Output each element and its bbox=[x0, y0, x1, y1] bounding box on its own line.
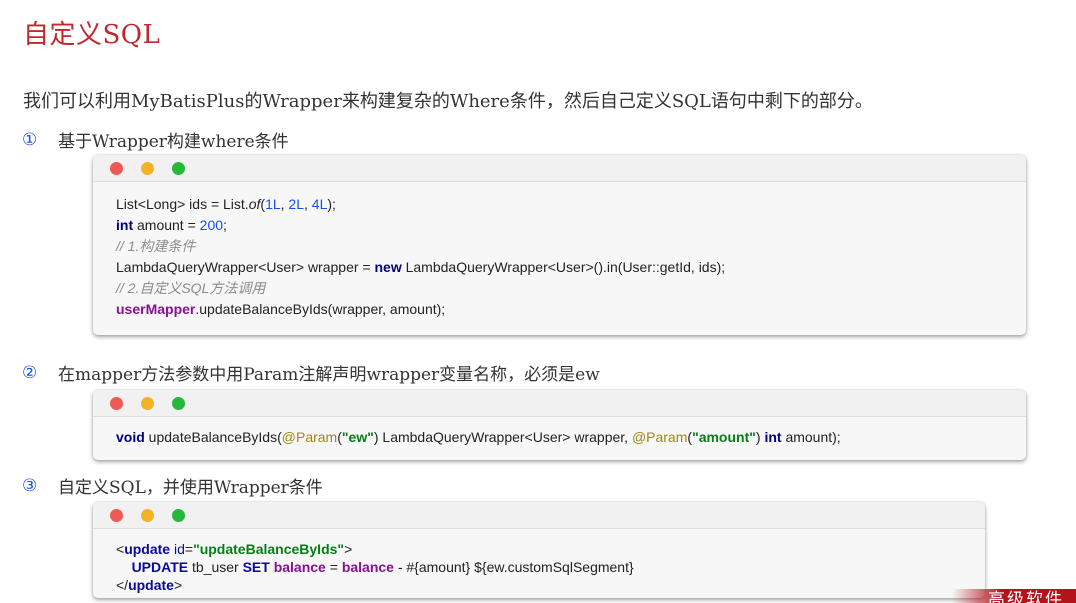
code-block: <update id="updateBalanceByIds"> UPDATE … bbox=[93, 529, 985, 594]
code-comment: // 2.自定义SQL方法调用 bbox=[116, 280, 266, 296]
step-3: ③ 自定义SQL，并使用Wrapper条件 bbox=[22, 473, 323, 499]
step-1: ① 基于Wrapper构建where条件 bbox=[22, 127, 289, 153]
code-block: List<Long> ids = List.of(1L, 2L, 4L); in… bbox=[93, 182, 1026, 320]
code-line: int amount = 200; bbox=[116, 217, 227, 233]
intro-text: 我们可以利用MyBatisPlus的Wrapper来构建复杂的Where条件，然… bbox=[23, 91, 873, 112]
step-2: ② 在mapper方法参数中用Param注解声明wrapper变量名称，必须是e… bbox=[22, 360, 600, 386]
step-number: ① bbox=[22, 129, 38, 150]
step-text: 基于Wrapper构建where条件 bbox=[58, 132, 289, 152]
page-title: 自定义SQL bbox=[23, 20, 161, 50]
code-window-wrapper-usage: List<Long> ids = List.of(1L, 2L, 4L); in… bbox=[93, 155, 1026, 335]
brand-banner: 高级软件 bbox=[952, 589, 1076, 603]
step-number: ③ bbox=[22, 475, 38, 496]
minimize-dot-icon bbox=[141, 161, 154, 175]
code-line: void updateBalanceByIds(@Param("ew") Lam… bbox=[116, 429, 841, 445]
maximize-dot-icon bbox=[172, 396, 185, 410]
code-window-xml-sql: <update id="updateBalanceByIds"> UPDATE … bbox=[93, 502, 985, 598]
code-window-mapper-method: void updateBalanceByIds(@Param("ew") Lam… bbox=[93, 390, 1026, 460]
step-text: 在mapper方法参数中用Param注解声明wrapper变量名称，必须是ew bbox=[58, 365, 600, 385]
code-comment: // 1.构建条件 bbox=[116, 238, 196, 254]
code-line: <update id="updateBalanceByIds"> bbox=[116, 541, 353, 557]
close-dot-icon bbox=[110, 396, 123, 410]
brand-text: 高级软件 bbox=[988, 590, 1064, 603]
window-titlebar bbox=[93, 155, 1026, 182]
code-line: UPDATE tb_user SET balance = balance - #… bbox=[131, 559, 634, 575]
minimize-dot-icon bbox=[141, 396, 154, 410]
code-block: void updateBalanceByIds(@Param("ew") Lam… bbox=[93, 417, 1026, 448]
window-titlebar bbox=[93, 390, 1026, 417]
maximize-dot-icon bbox=[172, 508, 185, 522]
minimize-dot-icon bbox=[141, 508, 154, 522]
step-text: 自定义SQL，并使用Wrapper条件 bbox=[58, 478, 323, 498]
code-line: userMapper.updateBalanceByIds(wrapper, a… bbox=[116, 301, 446, 317]
close-dot-icon bbox=[110, 161, 123, 175]
step-number: ② bbox=[22, 362, 38, 383]
close-dot-icon bbox=[110, 508, 123, 522]
code-line: List<Long> ids = List.of(1L, 2L, 4L); bbox=[116, 196, 336, 212]
code-line: </update> bbox=[116, 577, 183, 593]
code-line: LambdaQueryWrapper<User> wrapper = new L… bbox=[116, 259, 726, 275]
maximize-dot-icon bbox=[172, 161, 185, 175]
window-titlebar bbox=[93, 502, 985, 529]
